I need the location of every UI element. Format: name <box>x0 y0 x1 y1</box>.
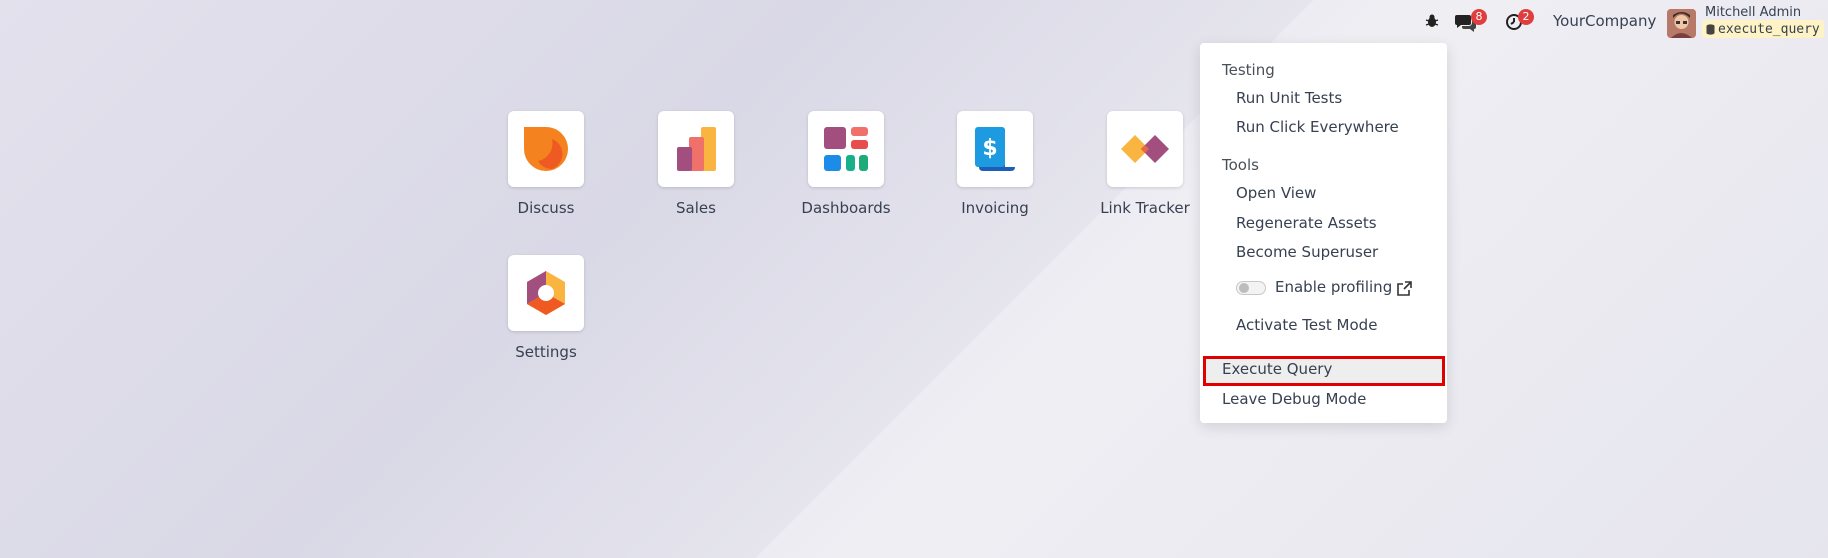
app-tile[interactable] <box>508 255 584 331</box>
app-tile[interactable] <box>658 111 734 187</box>
app-tile[interactable] <box>1107 111 1183 187</box>
dashboards-icon <box>824 127 868 171</box>
open-view-item[interactable]: Open View <box>1236 184 1316 202</box>
external-link-icon[interactable] <box>1396 280 1413 301</box>
messages-badge: 8 <box>1471 9 1487 25</box>
testing-header: Testing <box>1222 61 1275 79</box>
regenerate-assets-item[interactable]: Regenerate Assets <box>1236 214 1377 232</box>
link-tracker-icon <box>1121 135 1169 163</box>
debug-dropdown-menu: Testing Run Unit Tests Run Click Everywh… <box>1200 43 1447 423</box>
background <box>0 0 1828 558</box>
discuss-icon <box>524 127 568 171</box>
company-switcher[interactable]: YourCompany <box>1553 12 1656 30</box>
execute-query-item[interactable]: Execute Query <box>1222 360 1332 378</box>
become-superuser-item[interactable]: Become Superuser <box>1236 243 1378 261</box>
run-unit-tests-item[interactable]: Run Unit Tests <box>1236 89 1342 107</box>
app-label: Discuss <box>517 199 575 217</box>
sales-icon <box>677 127 716 171</box>
settings-icon <box>527 271 565 315</box>
activities-badge: 2 <box>1518 9 1534 25</box>
svg-text:$: $ <box>982 136 997 161</box>
app-tile[interactable] <box>508 111 584 187</box>
user-name[interactable]: Mitchell Admin <box>1705 5 1801 20</box>
app-label: Link Tracker <box>1100 199 1190 217</box>
app-tile[interactable]: $ <box>957 111 1033 187</box>
database-name: execute_query <box>1718 21 1820 37</box>
enable-profiling-item[interactable]: Enable profiling <box>1275 278 1392 296</box>
app-settings[interactable]: Settings <box>471 255 621 361</box>
app-discuss[interactable]: Discuss <box>471 111 621 217</box>
app-link-tracker[interactable]: Link Tracker <box>1070 111 1220 217</box>
avatar[interactable] <box>1667 9 1696 38</box>
app-label: Dashboards <box>801 199 891 217</box>
app-label: Invoicing <box>961 199 1029 217</box>
leave-debug-mode-item[interactable]: Leave Debug Mode <box>1222 390 1366 408</box>
database-icon <box>1706 23 1715 35</box>
tools-header: Tools <box>1222 156 1259 174</box>
app-label: Settings <box>515 343 577 361</box>
profiling-toggle[interactable] <box>1236 281 1266 295</box>
database-chip: execute_query <box>1702 20 1824 38</box>
app-dashboards[interactable]: Dashboards <box>771 111 921 217</box>
run-click-everywhere-item[interactable]: Run Click Everywhere <box>1236 118 1399 136</box>
app-label: Sales <box>676 199 716 217</box>
bug-icon[interactable] <box>1424 13 1440 33</box>
app-sales[interactable]: Sales <box>621 111 771 217</box>
app-tile[interactable] <box>808 111 884 187</box>
app-invoicing[interactable]: $ Invoicing <box>920 111 1070 217</box>
activate-test-mode-item[interactable]: Activate Test Mode <box>1236 316 1377 334</box>
invoicing-icon: $ <box>975 127 1015 171</box>
